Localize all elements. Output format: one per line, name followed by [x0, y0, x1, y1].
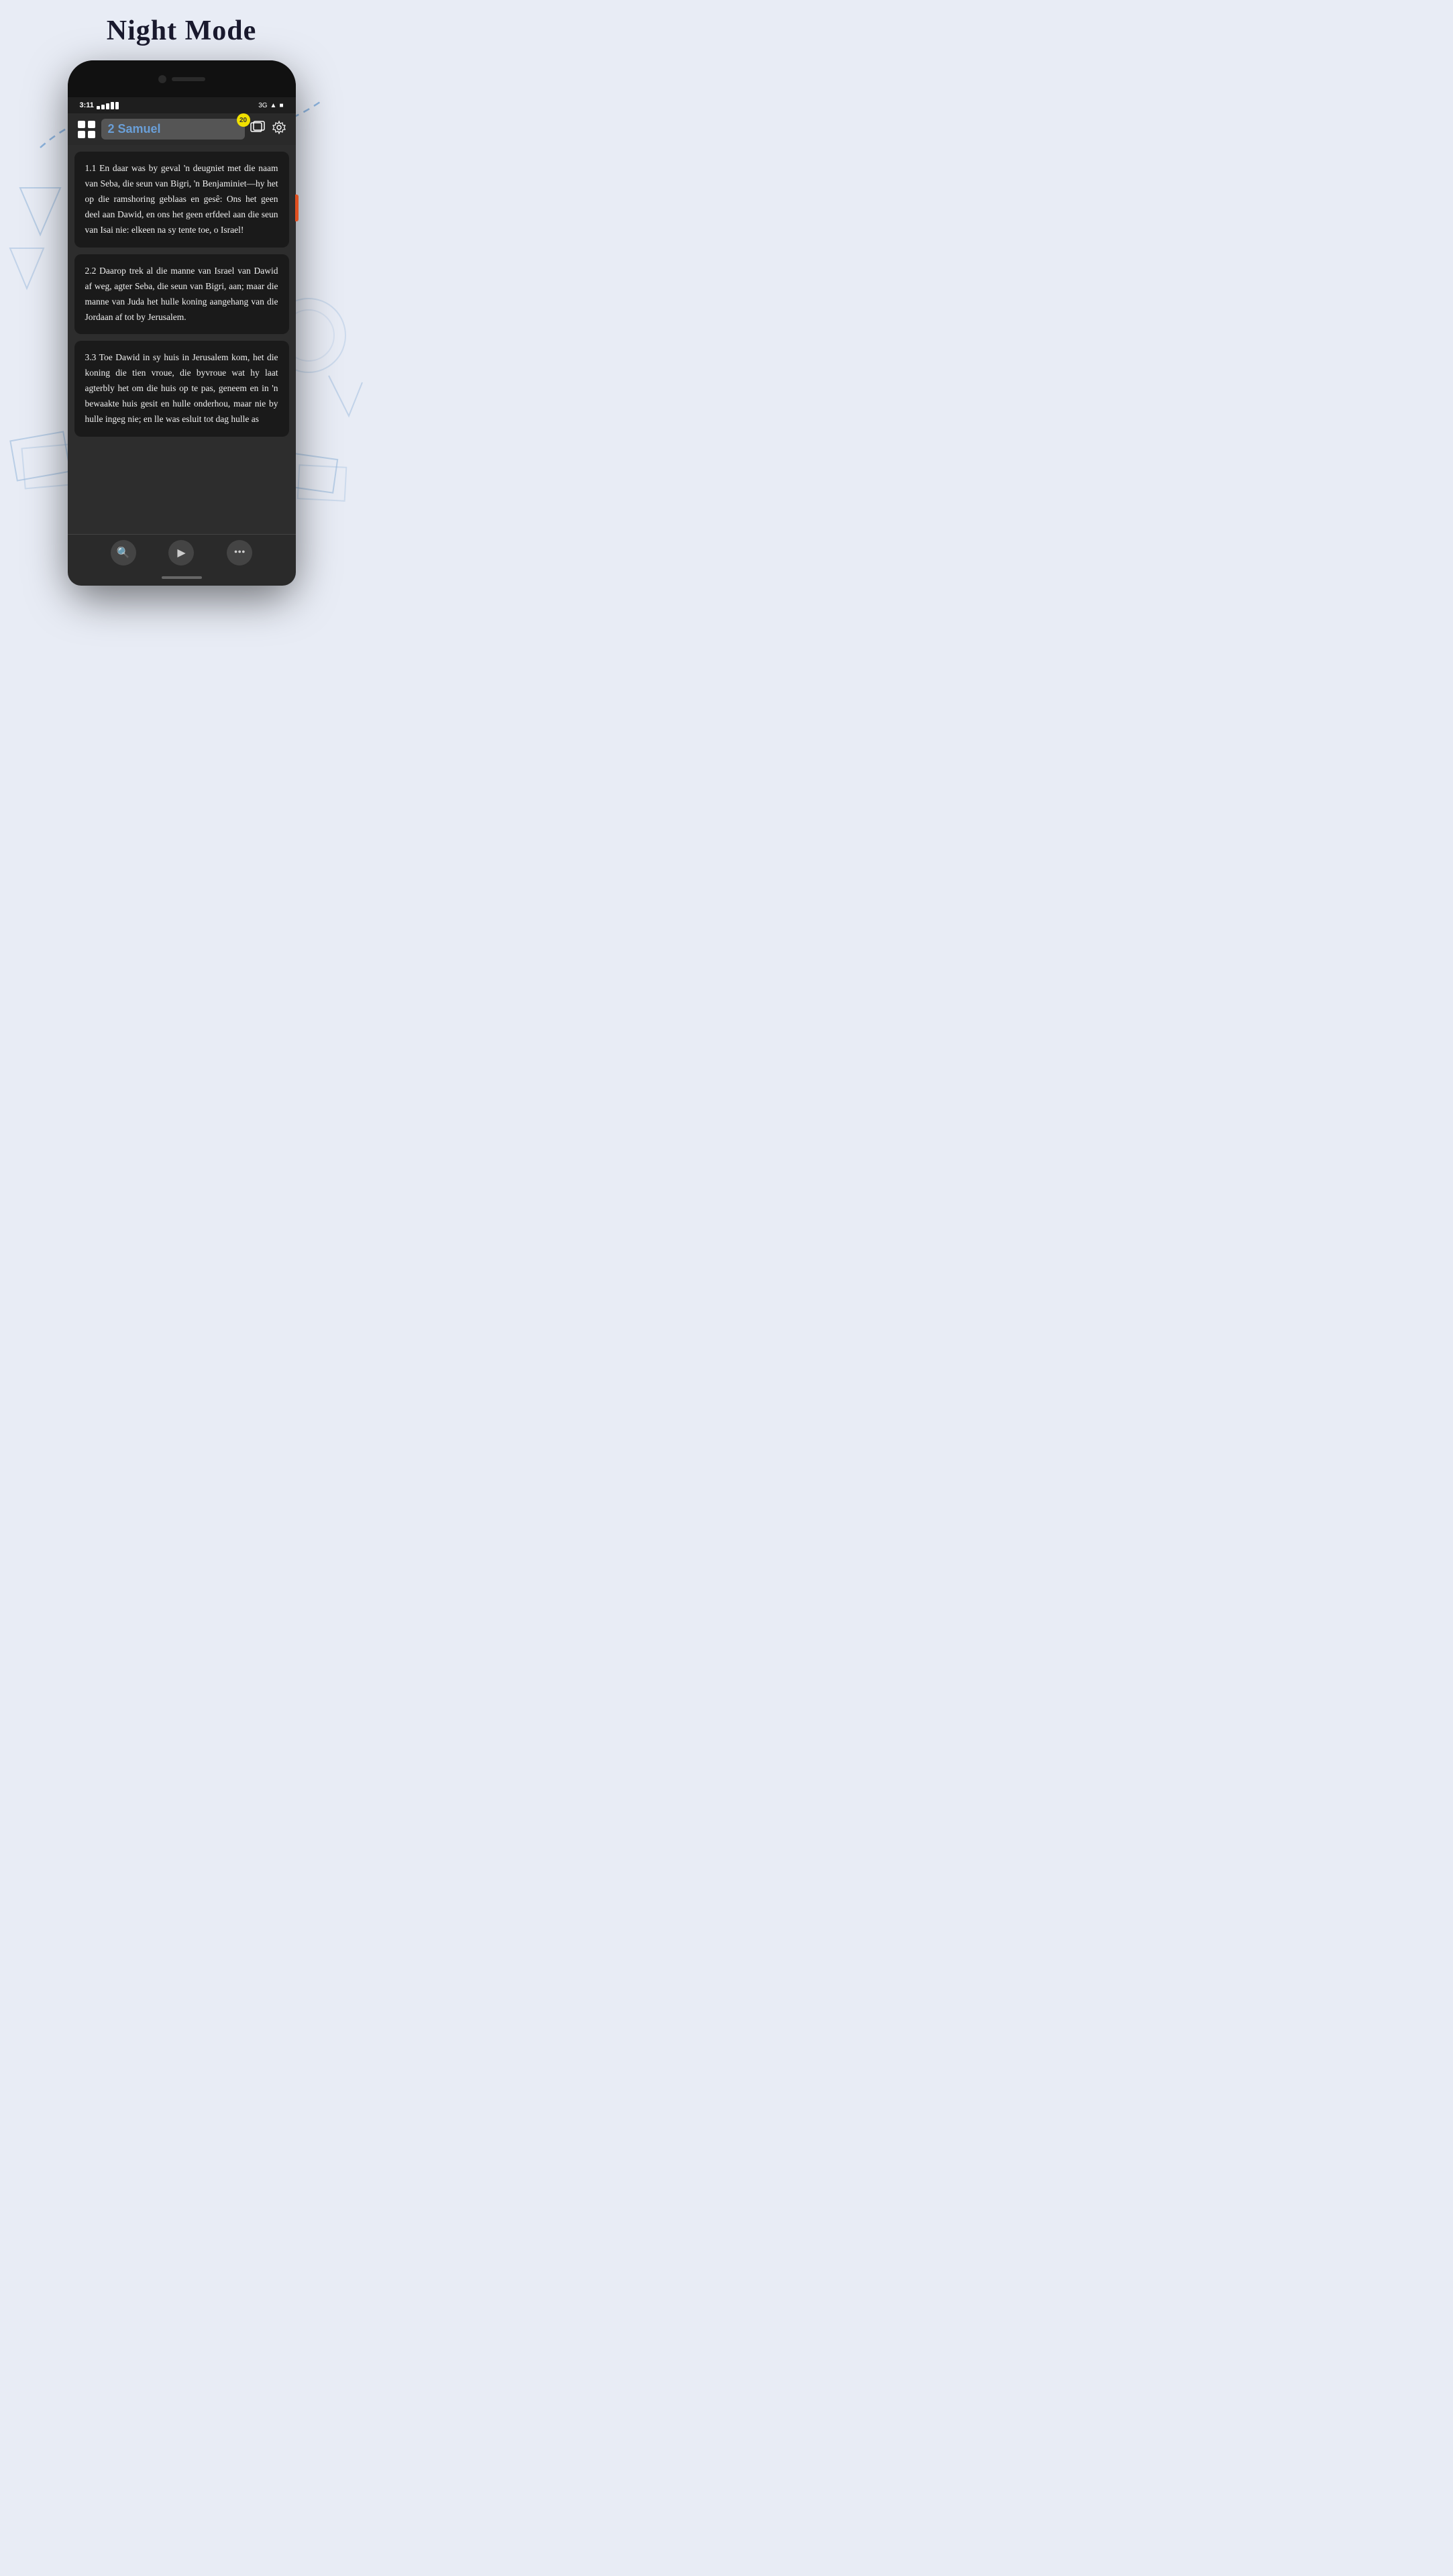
phone-mockup: 3:11 3G ▲ ■	[0, 60, 363, 612]
network-type: 3G	[258, 102, 267, 109]
gallery-icon[interactable]	[250, 121, 265, 138]
app-logo-icon[interactable]	[77, 120, 96, 139]
phone-speaker	[172, 77, 205, 81]
signal-bar-4	[111, 102, 114, 109]
bottom-nav-bar: 🔍 ▶ •••	[68, 534, 296, 572]
verse-text-2: 2.2 Daarop trek al die manne van Israel …	[85, 266, 278, 322]
book-title-button[interactable]: 2 Samuel 20	[101, 119, 245, 140]
settings-icon[interactable]	[272, 120, 286, 138]
verse-text-3: 3.3 Toe Dawid in sy huis in Jerusalem ko…	[85, 352, 278, 424]
phone-body: 3:11 3G ▲ ■	[68, 60, 296, 586]
status-right: 3G ▲ ■	[258, 102, 283, 109]
nav-search-button[interactable]: 🔍	[111, 540, 136, 566]
verse-card-1[interactable]: 1.1 En daar was by geval 'n deugniet met…	[74, 152, 289, 248]
phone-home-bar	[68, 572, 296, 586]
signal-icon: ▲	[270, 102, 277, 109]
nav-play-button[interactable]: ▶	[168, 540, 194, 566]
toolbar-icons	[250, 120, 286, 138]
nav-more-button[interactable]: •••	[227, 540, 252, 566]
signal-bar-2	[101, 105, 105, 109]
battery-icon: ■	[279, 102, 283, 109]
verse-card-3[interactable]: 3.3 Toe Dawid in sy huis in Jerusalem ko…	[74, 341, 289, 437]
play-icon: ▶	[177, 546, 185, 559]
chapter-badge: 20	[237, 113, 250, 127]
search-icon: 🔍	[117, 546, 130, 559]
phone-content: 1.1 En daar was by geval 'n deugniet met…	[68, 145, 296, 534]
home-indicator	[162, 576, 202, 579]
phone-camera	[158, 75, 166, 83]
phone-side-button	[295, 195, 299, 221]
page-title: Night Mode	[0, 0, 363, 60]
signal-bars	[97, 102, 119, 109]
signal-bar-3	[106, 103, 109, 109]
phone-top-notch	[68, 60, 296, 97]
app-toolbar: 2 Samuel 20	[68, 113, 296, 145]
verse-card-2[interactable]: 2.2 Daarop trek al die manne van Israel …	[74, 254, 289, 335]
more-icon: •••	[234, 547, 246, 559]
verse-text-1: 1.1 En daar was by geval 'n deugniet met…	[85, 163, 278, 235]
status-bar: 3:11 3G ▲ ■	[68, 97, 296, 113]
status-left: 3:11	[80, 101, 119, 109]
book-title-text: 2 Samuel	[108, 122, 161, 136]
signal-bar-1	[97, 106, 100, 109]
signal-bar-5	[115, 102, 119, 109]
status-time: 3:11	[80, 101, 94, 109]
